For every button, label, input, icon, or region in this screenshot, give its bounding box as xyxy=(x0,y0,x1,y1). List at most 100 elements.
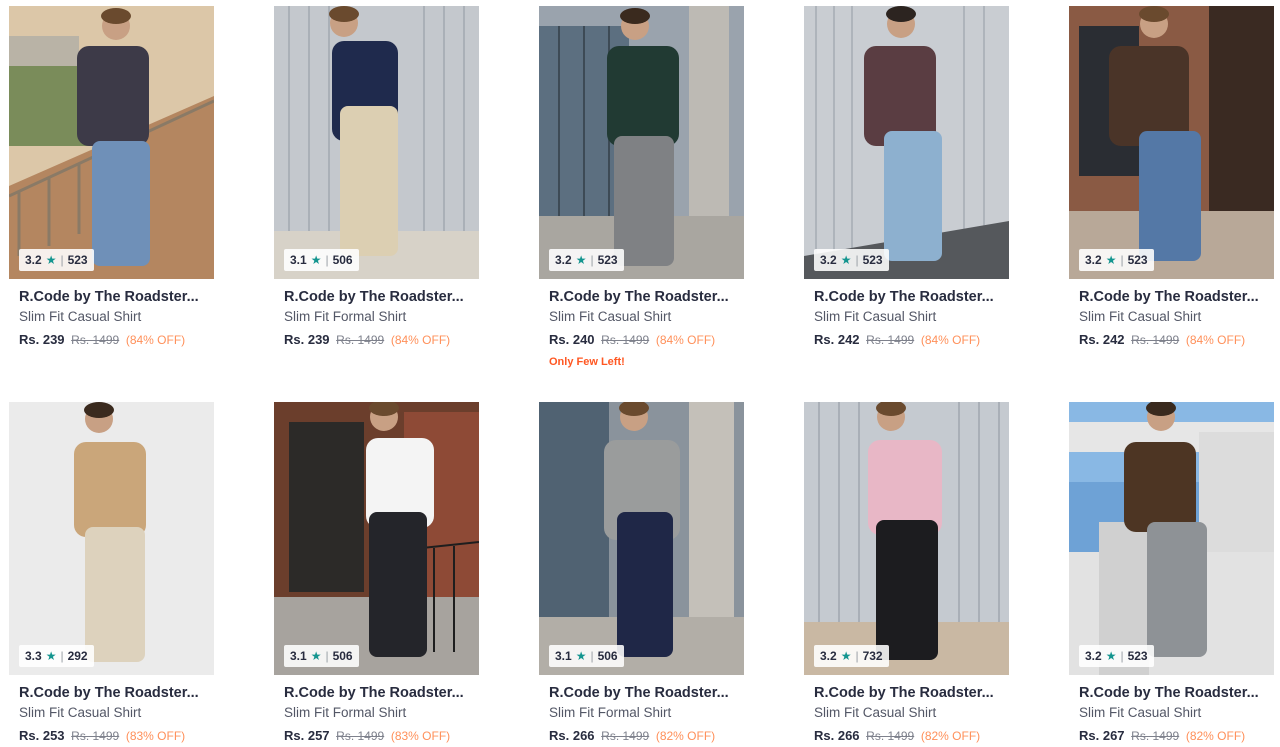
rating-divider: | xyxy=(1120,649,1124,663)
product-card[interactable]: 3.2 ★ | 523 R.Code by The Roadster... Sl… xyxy=(804,6,1009,347)
product-image[interactable]: 3.2 ★ | 732 xyxy=(804,402,1009,675)
rating-value: 3.2 xyxy=(1085,649,1102,663)
product-brand[interactable]: R.Code by The Roadster... xyxy=(19,289,214,305)
rating-divider: | xyxy=(590,649,594,663)
star-icon: ★ xyxy=(840,649,852,663)
rating-count: 523 xyxy=(67,253,88,267)
product-card[interactable]: 3.2 ★ | 523 R.Code by The Roadster... Sl… xyxy=(539,6,744,368)
product-card[interactable]: 3.1 ★ | 506 R.Code by The Roadster... Sl… xyxy=(539,402,744,743)
rating-badge: 3.1 ★ | 506 xyxy=(284,249,359,271)
rating-divider: | xyxy=(60,253,64,267)
rating-divider: | xyxy=(855,649,859,663)
price-row: Rs. 239 Rs. 1499 (84% OFF) xyxy=(19,332,214,347)
price-row: Rs. 242 Rs. 1499 (84% OFF) xyxy=(1079,332,1274,347)
price-row: Rs. 266 Rs. 1499 (82% OFF) xyxy=(814,728,1009,743)
product-image[interactable]: 3.2 ★ | 523 xyxy=(9,6,214,279)
product-image[interactable]: 3.2 ★ | 523 xyxy=(539,6,744,279)
product-card[interactable]: 3.3 ★ | 292 R.Code by The Roadster... Sl… xyxy=(9,402,214,743)
rating-badge: 3.1 ★ | 506 xyxy=(284,645,359,667)
price: Rs. 240 xyxy=(549,332,595,347)
rating-badge: 3.3 ★ | 292 xyxy=(19,645,94,667)
product-image[interactable]: 3.2 ★ | 523 xyxy=(1069,402,1274,675)
product-image[interactable]: 3.2 ★ | 523 xyxy=(1069,6,1274,279)
original-price: Rs. 1499 xyxy=(1131,729,1180,743)
price: Rs. 242 xyxy=(814,332,860,347)
rating-value: 3.2 xyxy=(820,253,837,267)
price-row: Rs. 240 Rs. 1499 (84% OFF) xyxy=(549,332,744,347)
rating-badge: 3.2 ★ | 523 xyxy=(1079,249,1154,271)
rating-count: 506 xyxy=(597,649,618,663)
product-image[interactable]: 3.1 ★ | 506 xyxy=(274,6,479,279)
product-image[interactable]: 3.1 ★ | 506 xyxy=(539,402,744,675)
product-card[interactable]: 3.1 ★ | 506 R.Code by The Roadster... Sl… xyxy=(274,6,479,347)
price-row: Rs. 267 Rs. 1499 (82% OFF) xyxy=(1079,728,1274,743)
price: Rs. 239 xyxy=(19,332,65,347)
product-description: Slim Fit Casual Shirt xyxy=(814,309,937,324)
original-price: Rs. 1499 xyxy=(71,333,120,347)
star-icon: ★ xyxy=(575,253,587,267)
product-description: Slim Fit Casual Shirt xyxy=(19,705,142,720)
product-description: Slim Fit Formal Shirt xyxy=(549,705,672,720)
rating-count: 732 xyxy=(862,649,883,663)
product-card[interactable]: 3.2 ★ | 732 R.Code by The Roadster... Sl… xyxy=(804,402,1009,743)
rating-badge: 3.2 ★ | 732 xyxy=(814,645,889,667)
price-row: Rs. 242 Rs. 1499 (84% OFF) xyxy=(814,332,1009,347)
discount: (84% OFF) xyxy=(655,333,716,347)
star-icon: ★ xyxy=(840,253,852,267)
product-image[interactable]: 3.1 ★ | 506 xyxy=(274,402,479,675)
rating-divider: | xyxy=(325,253,329,267)
star-icon: ★ xyxy=(1105,253,1117,267)
low-stock-label: Only Few Left! xyxy=(549,356,625,368)
product-card[interactable]: 3.2 ★ | 523 R.Code by The Roadster... Sl… xyxy=(1069,402,1274,743)
product-description: Slim Fit Formal Shirt xyxy=(284,309,407,324)
product-brand[interactable]: R.Code by The Roadster... xyxy=(284,685,479,701)
rating-value: 3.1 xyxy=(290,253,307,267)
rating-count: 292 xyxy=(67,649,88,663)
discount: (84% OFF) xyxy=(390,333,451,347)
price-row: Rs. 257 Rs. 1499 (83% OFF) xyxy=(284,728,479,743)
rating-count: 523 xyxy=(597,253,618,267)
rating-value: 3.2 xyxy=(1085,253,1102,267)
rating-badge: 3.2 ★ | 523 xyxy=(814,249,889,271)
rating-badge: 3.2 ★ | 523 xyxy=(1079,645,1154,667)
product-description: Slim Fit Casual Shirt xyxy=(549,309,672,324)
price-row: Rs. 253 Rs. 1499 (83% OFF) xyxy=(19,728,214,743)
product-brand[interactable]: R.Code by The Roadster... xyxy=(1079,289,1274,305)
discount: (83% OFF) xyxy=(390,729,451,743)
product-image[interactable]: 3.2 ★ | 523 xyxy=(804,6,1009,279)
product-brand[interactable]: R.Code by The Roadster... xyxy=(549,289,744,305)
original-price: Rs. 1499 xyxy=(336,333,385,347)
rating-badge: 3.1 ★ | 506 xyxy=(549,645,624,667)
discount: (82% OFF) xyxy=(1185,729,1246,743)
price-row: Rs. 266 Rs. 1499 (82% OFF) xyxy=(549,728,744,743)
rating-count: 523 xyxy=(1127,649,1148,663)
star-icon: ★ xyxy=(310,649,322,663)
product-description: Slim Fit Casual Shirt xyxy=(1079,309,1202,324)
discount: (83% OFF) xyxy=(125,729,186,743)
rating-value: 3.1 xyxy=(555,649,572,663)
price: Rs. 242 xyxy=(1079,332,1125,347)
product-brand[interactable]: R.Code by The Roadster... xyxy=(814,289,1009,305)
rating-value: 3.2 xyxy=(820,649,837,663)
rating-divider: | xyxy=(1120,253,1124,267)
original-price: Rs. 1499 xyxy=(866,729,915,743)
product-brand[interactable]: R.Code by The Roadster... xyxy=(284,289,479,305)
rating-divider: | xyxy=(855,253,859,267)
original-price: Rs. 1499 xyxy=(601,333,650,347)
star-icon: ★ xyxy=(45,253,57,267)
product-card[interactable]: 3.2 ★ | 523 R.Code by The Roadster... Sl… xyxy=(9,6,214,347)
product-image[interactable]: 3.3 ★ | 292 xyxy=(9,402,214,675)
rating-divider: | xyxy=(60,649,64,663)
original-price: Rs. 1499 xyxy=(601,729,650,743)
product-card[interactable]: 3.2 ★ | 523 R.Code by The Roadster... Sl… xyxy=(1069,6,1274,347)
product-card[interactable]: 3.1 ★ | 506 R.Code by The Roadster... Sl… xyxy=(274,402,479,743)
price: Rs. 253 xyxy=(19,728,65,743)
product-brand[interactable]: R.Code by The Roadster... xyxy=(19,685,214,701)
product-brand[interactable]: R.Code by The Roadster... xyxy=(549,685,744,701)
product-brand[interactable]: R.Code by The Roadster... xyxy=(1079,685,1274,701)
rating-badge: 3.2 ★ | 523 xyxy=(549,249,624,271)
rating-count: 523 xyxy=(1127,253,1148,267)
original-price: Rs. 1499 xyxy=(71,729,120,743)
product-brand[interactable]: R.Code by The Roadster... xyxy=(814,685,1009,701)
price: Rs. 266 xyxy=(814,728,860,743)
